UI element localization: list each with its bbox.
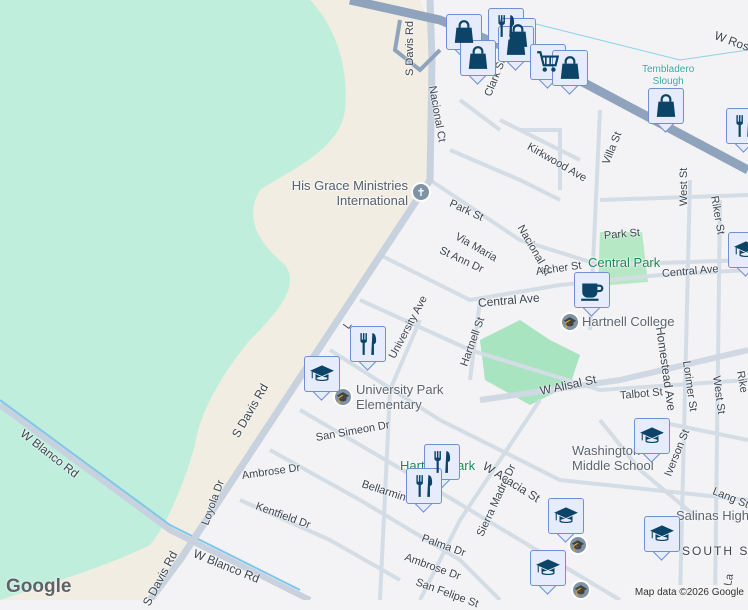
restaurant-icon [355, 331, 381, 357]
marker-box [350, 326, 386, 362]
map-marker-school[interactable] [634, 418, 670, 464]
map-marker-shopping-bag[interactable] [498, 26, 534, 72]
place-label-line: University Park [356, 382, 444, 397]
district-label: SOUTH SA [682, 544, 748, 558]
marker-box [460, 40, 496, 76]
marker-box [634, 418, 670, 454]
shopping-bag-icon [451, 19, 477, 45]
restaurant-icon [429, 449, 455, 475]
marker-box [728, 232, 748, 268]
map-attribution[interactable]: Map data ©2026 Google [630, 585, 748, 600]
place-label-his-grace-lines: His Grace Ministries International [272, 178, 408, 208]
map-marker-school[interactable] [644, 516, 680, 562]
marker-box [530, 550, 566, 586]
map-marker-school[interactable] [530, 550, 566, 596]
marker-box [574, 272, 610, 308]
place-label-line: His Grace Ministries [291, 178, 408, 193]
google-logo[interactable]: Google [6, 576, 71, 598]
map-marker-restaurant[interactable] [726, 108, 748, 154]
school-icon [309, 361, 335, 387]
restaurant-icon [731, 113, 748, 139]
map-marker-restaurant[interactable] [406, 468, 442, 514]
marker-box [406, 468, 442, 504]
place-label-university-park[interactable]: University Park Elementary [356, 382, 443, 412]
school-icon [553, 503, 579, 529]
waterway-label-line: Slough [652, 76, 684, 87]
map-marker-cafe[interactable] [574, 272, 610, 318]
school-icon [535, 555, 561, 581]
marker-box [726, 108, 748, 144]
map-canvas[interactable] [0, 0, 748, 600]
marker-box [498, 26, 534, 62]
map-marker-shopping-bag[interactable] [552, 50, 588, 96]
map-marker-shopping-bag[interactable] [648, 88, 684, 134]
map-marker-school[interactable] [304, 356, 340, 402]
marker-box [648, 88, 684, 124]
shopping-bag-icon [557, 55, 583, 81]
map-marker-school[interactable] [548, 498, 584, 544]
school-icon [639, 423, 665, 449]
shopping-bag-icon [465, 45, 491, 71]
school-icon [733, 237, 748, 263]
street-label: West St [678, 167, 690, 206]
church-icon[interactable]: ✝ [411, 182, 431, 202]
shopping-bag-icon [653, 93, 679, 119]
street-label: S Davis Rd [404, 20, 416, 76]
map-marker-shopping-bag[interactable] [460, 40, 496, 86]
cafe-icon [579, 277, 605, 303]
school-icon [649, 521, 675, 547]
restaurant-icon [411, 473, 437, 499]
place-label-salinas-high[interactable]: Salinas High [676, 508, 748, 523]
marker-box [304, 356, 340, 392]
marker-box [644, 516, 680, 552]
marker-box [548, 498, 584, 534]
shopping-bag-icon [503, 31, 529, 57]
place-label-line: Elementary [356, 397, 422, 412]
map-marker-school[interactable] [728, 232, 748, 278]
place-label-line: International [336, 193, 408, 208]
marker-box [552, 50, 588, 86]
map-marker-restaurant[interactable] [350, 326, 386, 372]
place-label-central-park[interactable]: Central Park [588, 255, 660, 270]
waterway-label: Tembladero Slough [642, 64, 694, 88]
school-poi-icon[interactable]: 🎓 [571, 580, 591, 600]
waterway-label-line: Tembladero [642, 64, 695, 75]
